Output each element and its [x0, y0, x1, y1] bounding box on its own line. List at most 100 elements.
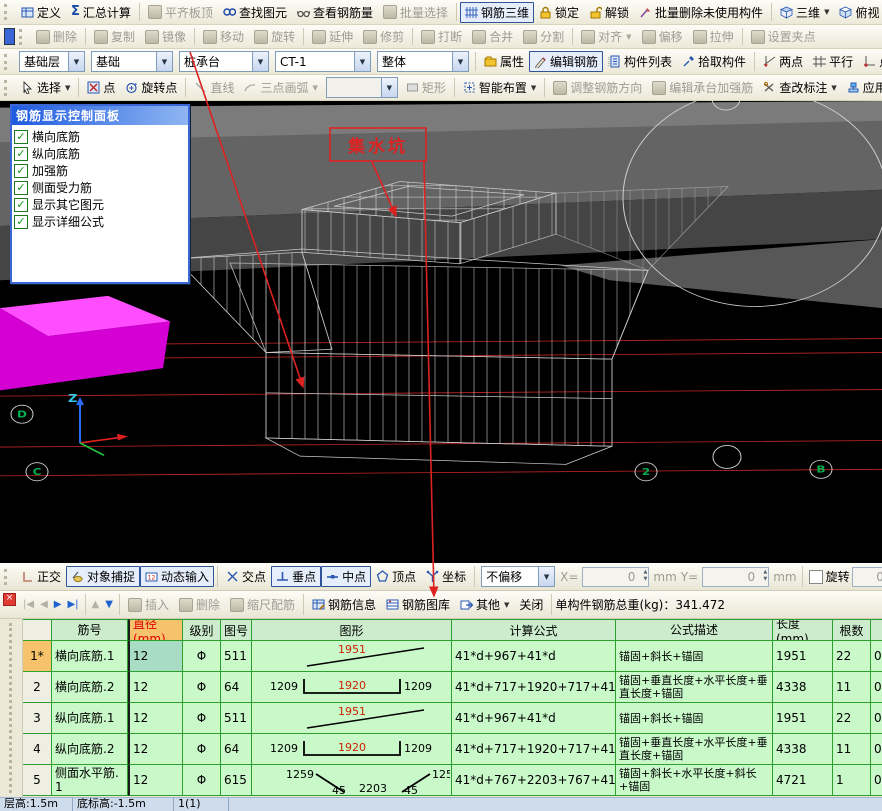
toolbar-grip[interactable] [19, 29, 27, 45]
stretch-button[interactable]: 拉伸 [688, 26, 739, 47]
mirror-button[interactable]: 镜像 [140, 26, 191, 47]
lock-button[interactable]: 锁定 [534, 2, 584, 23]
move-down-button[interactable]: ▼ [105, 599, 113, 610]
set-grip-button[interactable]: 设置夹点 [746, 26, 821, 47]
scope-combo[interactable]: 整体▼ [377, 51, 469, 72]
y-offset-input[interactable]: 0▲▼ [702, 567, 769, 587]
figure-cell[interactable]: 1259 45 2203 45 1259 [252, 765, 452, 796]
rotate-checkbox[interactable] [809, 570, 823, 584]
insert-row-button[interactable]: 插入 [123, 594, 174, 615]
perpendicular-snap-toggle[interactable]: 垂点 [271, 566, 321, 587]
axis-parallel-button[interactable]: 平行 [808, 51, 858, 72]
toolbar-grip[interactable] [4, 4, 12, 20]
axis-point-angle-button[interactable]: 点角 ▼ [858, 51, 882, 72]
rownum-cell[interactable]: 1* [23, 641, 52, 672]
element-name-combo[interactable]: CT-1▼ [275, 51, 371, 72]
offset-mode-combo[interactable]: 不偏移▼ [481, 566, 555, 587]
view-top-button[interactable]: 俯视 ▼ [834, 2, 882, 23]
trim-button[interactable]: 修剪 [358, 26, 409, 47]
arc-mode-combo[interactable]: ▼ [326, 77, 398, 98]
batch-delete-unused-button[interactable]: 批量删除未使用构件 [634, 2, 768, 23]
line-button[interactable]: 直线 [189, 77, 239, 98]
unlock-button[interactable]: 解锁 [584, 2, 634, 23]
figure-cell[interactable]: 1951 [252, 703, 452, 734]
summary-calc-button[interactable]: Σ 汇总计算 [66, 2, 136, 23]
define-button[interactable]: 定义 [16, 2, 66, 23]
delete-row-button[interactable]: 删除 [174, 594, 225, 615]
edit-rebar-button[interactable]: 编辑钢筋 [529, 51, 603, 72]
first-row-button[interactable]: |◀ [23, 599, 34, 610]
panel-check-show-other[interactable]: ✓显示其它图元 [14, 196, 186, 213]
rebar-info-button[interactable]: 钢筋信息 [307, 594, 381, 615]
figure-cell[interactable]: 1951 [252, 641, 452, 672]
element-list-button[interactable]: 构件列表 [603, 51, 677, 72]
view-3d-button[interactable]: 三维 ▼ [775, 2, 834, 23]
panel-check-show-formula[interactable]: ✓显示详细公式 [14, 213, 186, 230]
close-table-icon[interactable]: × [3, 593, 16, 606]
move-up-button[interactable]: ▲ [92, 599, 100, 610]
panel-check-longitudinal-bottom[interactable]: ✓纵向底筋 [14, 145, 186, 162]
edit-cap-strengthen-rebar-button[interactable]: 编辑承台加强筋 [647, 77, 758, 98]
category-combo[interactable]: 基础▼ [91, 51, 173, 72]
properties-button[interactable]: 属性 [479, 51, 529, 72]
panel-check-horizontal-bottom[interactable]: ✓横向底筋 [14, 128, 186, 145]
spinner-arrows-icon[interactable]: ▲▼ [763, 569, 767, 583]
intersection-snap-toggle[interactable]: 交点 [221, 566, 271, 587]
find-element-button[interactable]: 查找图元 [218, 2, 292, 23]
batch-select-button[interactable]: 批量选择 [378, 2, 453, 23]
table-left-splitter[interactable] [0, 619, 23, 797]
spinner-arrows-icon[interactable]: ▲▼ [644, 569, 648, 583]
adjust-rebar-direction-button[interactable]: 调整钢筋方向 [548, 77, 647, 98]
prev-row-button[interactable]: ◀ [40, 599, 48, 610]
arc-three-point-button[interactable]: 三点画弧 ▼ [239, 77, 322, 98]
delete-button[interactable]: 删除 [31, 26, 82, 47]
rotate-button[interactable]: 旋转 [249, 26, 300, 47]
toolbar-grip[interactable] [4, 80, 12, 96]
rownum-cell[interactable]: 2 [23, 672, 52, 703]
rotate-angle-input[interactable]: 0.000▲▼ [852, 567, 882, 587]
copy-button[interactable]: 复制 [89, 26, 140, 47]
toolbar-grip[interactable] [4, 569, 12, 585]
panel-check-side-bars[interactable]: ✓侧面受力筋 [14, 179, 186, 196]
rebar-3d-button[interactable]: 钢筋三维 [460, 2, 534, 23]
rotate-point-button[interactable]: 旋转点 [120, 77, 182, 98]
object-snap-toggle[interactable]: 对象捕捉 [66, 566, 140, 587]
scale-rebar-button[interactable]: 缩尺配筋 [225, 594, 300, 615]
coordinate-snap-toggle[interactable]: 坐标 [421, 566, 471, 587]
toolbar-grip[interactable] [4, 54, 12, 70]
apply-same-name-button[interactable]: 应用同名构件 [842, 77, 882, 98]
panel-check-strengthen[interactable]: ✓加强筋 [14, 162, 186, 179]
element-type-combo[interactable]: 桩承台▼ [179, 51, 269, 72]
drawing-viewport[interactable]: D C 2 B Z 钢筋显示控制面板 ✓横向底筋 ✓纵向底筋 ✓加强筋 ✓侧面受… [0, 101, 882, 563]
point-button[interactable]: 点 [82, 77, 120, 98]
midpoint-snap-toggle[interactable]: 中点 [321, 566, 371, 587]
rownum-cell[interactable]: 3 [23, 703, 52, 734]
last-row-button[interactable]: ▶| [67, 599, 78, 610]
smart-layout-button[interactable]: 智能布置 ▼ [458, 77, 541, 98]
floor-combo[interactable]: 基础层▼ [19, 51, 85, 72]
close-table-button[interactable]: 关闭 [514, 594, 548, 615]
edit-annotation-button[interactable]: 查改标注 ▼ [758, 77, 841, 98]
align-slab-top-button[interactable]: 平齐板顶 [143, 2, 218, 23]
rownum-cell[interactable]: 4 [23, 734, 52, 765]
pick-element-button[interactable]: 拾取构件 [677, 51, 751, 72]
offset-button[interactable]: 偏移 [637, 26, 688, 47]
break-button[interactable]: 打断 [416, 26, 467, 47]
vertex-snap-toggle[interactable]: 顶点 [371, 566, 421, 587]
rownum-cell[interactable]: 5 [23, 765, 52, 796]
view-rebar-qty-button[interactable]: 查看钢筋量 [292, 2, 378, 23]
split-button[interactable]: 分割 [518, 26, 569, 47]
rebar-library-button[interactable]: 钢筋图库 [381, 594, 455, 615]
dynamic-input-toggle[interactable]: 12 动态输入 [140, 566, 214, 587]
next-row-button[interactable]: ▶ [54, 599, 62, 610]
rectangle-button[interactable]: 矩形 [401, 77, 451, 98]
axis-two-point-button[interactable]: 两点 [758, 51, 808, 72]
other-menu-button[interactable]: 其他 ▼ [455, 594, 514, 615]
move-button[interactable]: 移动 [198, 26, 249, 47]
figure-cell[interactable]: 1209 1920 1209 [252, 672, 452, 703]
select-button[interactable]: 选择 ▼ [16, 77, 75, 98]
x-offset-input[interactable]: 0▲▼ [582, 567, 649, 587]
merge-button[interactable]: 合并 [467, 26, 518, 47]
ortho-toggle[interactable]: 正交 [16, 566, 66, 587]
extend-button[interactable]: 延伸 [307, 26, 358, 47]
